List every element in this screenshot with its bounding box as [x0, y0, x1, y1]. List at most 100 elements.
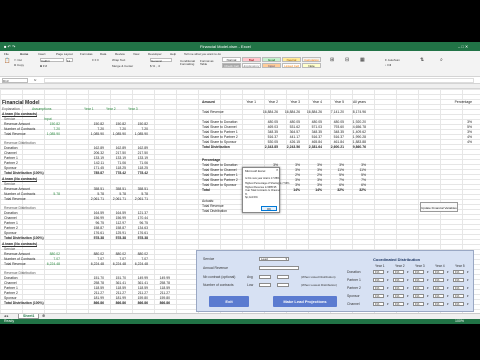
summary-value[interactable]: 793.60: [324, 125, 344, 129]
summary-value[interactable]: 2,381.64: [302, 145, 322, 149]
distribution-percent-input[interactable]: 1% ▾: [373, 278, 389, 282]
chevron-down-icon[interactable]: ▾: [387, 294, 389, 299]
dist-value[interactable]: 778.42: [106, 171, 126, 175]
dist-value[interactable]: 258.78: [150, 281, 170, 285]
dist-value[interactable]: 181.99: [84, 296, 104, 300]
dist-value[interactable]: 164.59: [106, 211, 126, 215]
dist-value[interactable]: 171.45: [84, 166, 104, 170]
summary-value[interactable]: 4%: [452, 135, 472, 139]
dist-value[interactable]: 71.06: [128, 161, 149, 165]
summary-value[interactable]: 480.05: [302, 120, 322, 124]
exit-button[interactable]: Exit: [209, 296, 249, 307]
summary-value[interactable]: 16,884.26: [258, 110, 278, 114]
row-value[interactable]: 150.82: [128, 122, 148, 126]
row-value[interactable]: 150.82: [84, 122, 104, 126]
tab-developer[interactable]: Developer: [148, 52, 162, 56]
row-value[interactable]: 880.02: [128, 252, 148, 256]
row-value[interactable]: 1,085.90: [128, 132, 148, 136]
format-as-table-button[interactable]: Format as Table: [200, 60, 218, 66]
font-name-box[interactable]: Calibri: [40, 58, 64, 63]
dist-value[interactable]: 133.19: [128, 156, 148, 160]
pct-value[interactable]: 3%: [302, 163, 322, 167]
dist-value[interactable]: 96.75: [84, 221, 105, 225]
row-value[interactable]: 1,085.90: [106, 132, 126, 136]
style-explanatory[interactable]: Explanatory: [242, 63, 261, 68]
row-assumption[interactable]: 7.20: [40, 127, 60, 131]
chevron-down-icon[interactable]: ▾: [387, 286, 389, 291]
summary-value[interactable]: 465.84: [302, 140, 322, 144]
pct-value[interactable]: 3%: [280, 163, 300, 167]
distribution-percent-input[interactable]: 1% ▾: [453, 302, 469, 306]
distribution-percent-input[interactable]: 1% ▾: [433, 286, 449, 290]
format-cells-icon[interactable]: ▦: [360, 58, 365, 63]
summary-value[interactable]: 348.35: [258, 130, 278, 134]
pct-value[interactable]: 7%: [346, 178, 366, 182]
number-format-buttons[interactable]: $ % , .0: [150, 64, 160, 68]
summary-value[interactable]: 469.03: [258, 125, 278, 129]
style-normal[interactable]: Normal: [222, 57, 241, 62]
summary-value[interactable]: 480.05: [324, 120, 344, 124]
pct-value[interactable]: 6%: [346, 183, 366, 187]
dist-value[interactable]: 121.37: [128, 211, 148, 215]
find-select-icon[interactable]: ⌕: [440, 58, 443, 63]
row-value[interactable]: 5.78: [128, 192, 148, 196]
clipboard-actions[interactable]: ✂ Cut: [14, 58, 22, 62]
dist-value[interactable]: 866.86: [106, 301, 126, 305]
style-linked-cell[interactable]: Linked Cell: [282, 63, 301, 68]
dist-value[interactable]: 578.38: [128, 236, 148, 240]
chevron-down-icon[interactable]: ▾: [467, 302, 469, 307]
tab-home[interactable]: Home: [20, 52, 28, 56]
pct-value[interactable]: 14%: [302, 188, 322, 192]
font-format-buttons[interactable]: B I U: [40, 64, 47, 68]
dist-value[interactable]: 176.61: [84, 231, 104, 235]
distribution-percent-input[interactable]: 1% ▾: [373, 302, 389, 306]
row-value[interactable]: 5.78: [84, 192, 104, 196]
chevron-down-icon[interactable]: ▾: [447, 286, 449, 291]
chevron-down-icon[interactable]: ▾: [407, 302, 409, 307]
close-icon[interactable]: ×: [276, 168, 278, 172]
chevron-down-icon[interactable]: ▾: [387, 302, 389, 307]
tab-help[interactable]: Help: [170, 52, 176, 56]
row-value[interactable]: 880.02: [84, 252, 104, 256]
pct-value[interactable]: 3%: [302, 178, 322, 182]
service-dropdown[interactable]: Lead ▾: [259, 257, 289, 261]
distribution-percent-input[interactable]: 1% ▾: [393, 270, 409, 274]
distribution-percent-input[interactable]: 1% ▾: [413, 294, 429, 298]
distribution-percent-input[interactable]: 1% ▾: [393, 286, 409, 290]
summary-value[interactable]: 348.35: [302, 130, 322, 134]
dist-value[interactable]: 361.41: [106, 281, 126, 285]
align-buttons[interactable]: ≡ ≡ ≡: [92, 58, 99, 62]
name-box[interactable]: D13: [2, 78, 28, 83]
distribution-percent-input[interactable]: 1% ▾: [393, 294, 409, 298]
window-controls[interactable]: – □ ✕: [458, 44, 468, 49]
summary-value[interactable]: 571.03: [302, 125, 322, 129]
chevron-down-icon[interactable]: ▾: [427, 302, 429, 307]
distribution-percent-input[interactable]: 1% ▾: [453, 278, 469, 282]
update-financial-variables-button[interactable]: Update Financial Variables: [420, 202, 458, 212]
dist-value[interactable]: 142.11: [84, 161, 104, 165]
summary-value[interactable]: 364.57: [280, 130, 300, 134]
paste-icon[interactable]: 📋: [4, 59, 10, 64]
dist-value[interactable]: 125.91: [106, 231, 126, 235]
distribution-percent-input[interactable]: 1% ▾: [433, 278, 449, 282]
row-assumption[interactable]: 150.82: [40, 122, 60, 126]
tab-insert[interactable]: Insert: [38, 52, 46, 56]
dist-value[interactable]: 211.27: [150, 291, 170, 295]
dist-value[interactable]: 866.86: [128, 301, 148, 305]
dist-value[interactable]: 158.87: [106, 226, 126, 230]
pct-value[interactable]: 11%: [324, 168, 344, 172]
make-projections-button[interactable]: Make Lead Projections: [273, 296, 337, 307]
summary-value[interactable]: 16,884.26: [302, 110, 322, 114]
autosum-icon[interactable]: Σ AutoSum: [385, 58, 400, 62]
wrap-text-button[interactable]: Wrap Text: [112, 58, 125, 62]
dist-value[interactable]: 133.19: [106, 156, 126, 160]
distribution-percent-input[interactable]: 1% ▾: [433, 270, 449, 274]
style-note[interactable]: Note: [302, 63, 321, 68]
distribution-percent-input[interactable]: 1% ▾: [413, 286, 429, 290]
quick-access[interactable]: ■ ↶ ↷: [4, 44, 15, 49]
chevron-down-icon[interactable]: ▾: [387, 278, 389, 283]
font-size-box[interactable]: 11: [66, 58, 73, 63]
pct-value[interactable]: 2%: [280, 173, 300, 177]
chevron-down-icon[interactable]: ▾: [407, 278, 409, 283]
chevron-down-icon[interactable]: ▾: [387, 270, 389, 275]
